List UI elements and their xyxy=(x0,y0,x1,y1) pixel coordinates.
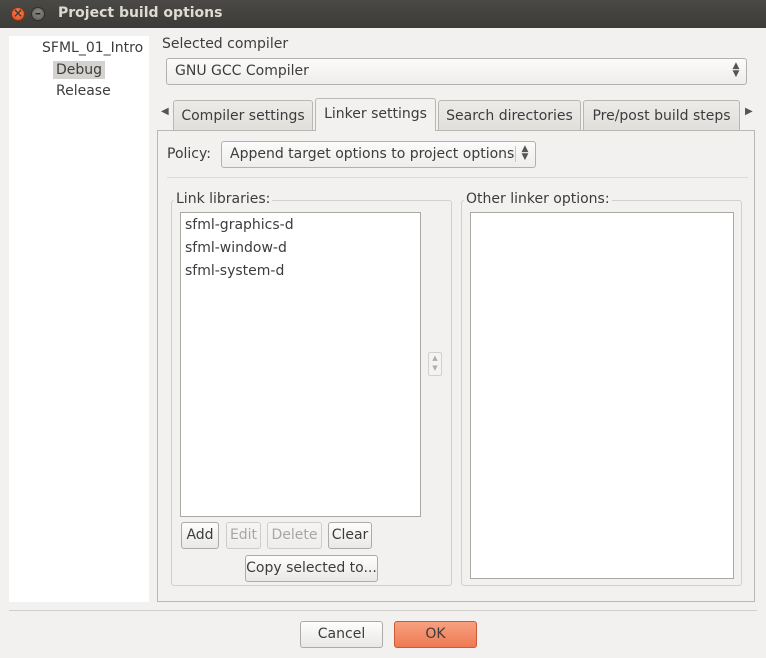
clear-button[interactable]: Clear xyxy=(328,522,372,549)
target-tree[interactable]: SFML_01_Intro Debug Release xyxy=(9,36,149,602)
close-window-button[interactable]: × xyxy=(11,6,25,21)
other-linker-options-textarea[interactable] xyxy=(470,212,734,579)
delete-button[interactable]: Delete xyxy=(267,522,322,549)
ok-button[interactable]: OK xyxy=(394,621,477,648)
list-item[interactable]: sfml-window-d xyxy=(185,240,287,256)
bottom-divider xyxy=(9,610,757,611)
title-bar: × – Project build options xyxy=(0,0,766,28)
tab-linker-settings[interactable]: Linker settings xyxy=(315,98,436,131)
combo-separator xyxy=(515,146,516,162)
updown-arrows-icon: ▲ ▼ xyxy=(732,61,740,79)
list-item[interactable]: sfml-graphics-d xyxy=(185,217,294,233)
list-item[interactable]: sfml-system-d xyxy=(185,263,284,279)
chevron-left-icon[interactable]: ◀ xyxy=(161,106,169,117)
link-libraries-list[interactable]: sfml-graphics-d sfml-window-d sfml-syste… xyxy=(180,212,421,517)
edit-button[interactable]: Edit xyxy=(226,522,261,549)
compiler-select-value: GNU GCC Compiler xyxy=(175,63,309,79)
cancel-button[interactable]: Cancel xyxy=(300,621,383,648)
policy-select-value: Append target options to project options xyxy=(230,146,515,162)
compiler-select[interactable]: GNU GCC Compiler ▲ ▼ xyxy=(166,58,747,85)
updown-arrows-icon: ▲ ▼ xyxy=(521,144,529,162)
minimize-window-button[interactable]: – xyxy=(31,6,45,21)
add-button[interactable]: Add xyxy=(181,522,219,549)
minimize-icon: – xyxy=(35,6,41,20)
tree-item-debug[interactable]: Debug xyxy=(53,61,106,79)
tab-compiler-settings[interactable]: Compiler settings xyxy=(173,100,313,130)
separator-line xyxy=(167,177,748,178)
window-title: Project build options xyxy=(58,5,223,21)
link-libraries-label: Link libraries: xyxy=(174,191,273,207)
tab-pre-post-build-steps[interactable]: Pre/post build steps xyxy=(583,100,740,130)
other-linker-options-label: Other linker options: xyxy=(464,191,612,207)
close-icon: × xyxy=(12,6,24,20)
arrow-down-icon: ▼ xyxy=(432,364,438,372)
copy-selected-to-button[interactable]: Copy selected to... xyxy=(245,555,378,582)
arrow-up-icon: ▲ xyxy=(432,354,438,362)
tab-search-directories[interactable]: Search directories xyxy=(438,100,581,130)
policy-select[interactable]: Append target options to project options… xyxy=(221,141,536,168)
policy-label: Policy: xyxy=(167,146,211,162)
tree-item-project[interactable]: SFML_01_Intro xyxy=(39,39,146,57)
move-updown-spinner[interactable]: ▲ ▼ xyxy=(428,352,442,376)
selected-compiler-label: Selected compiler xyxy=(162,36,289,52)
chevron-right-icon[interactable]: ▶ xyxy=(745,106,753,117)
tree-item-release[interactable]: Release xyxy=(53,82,114,100)
